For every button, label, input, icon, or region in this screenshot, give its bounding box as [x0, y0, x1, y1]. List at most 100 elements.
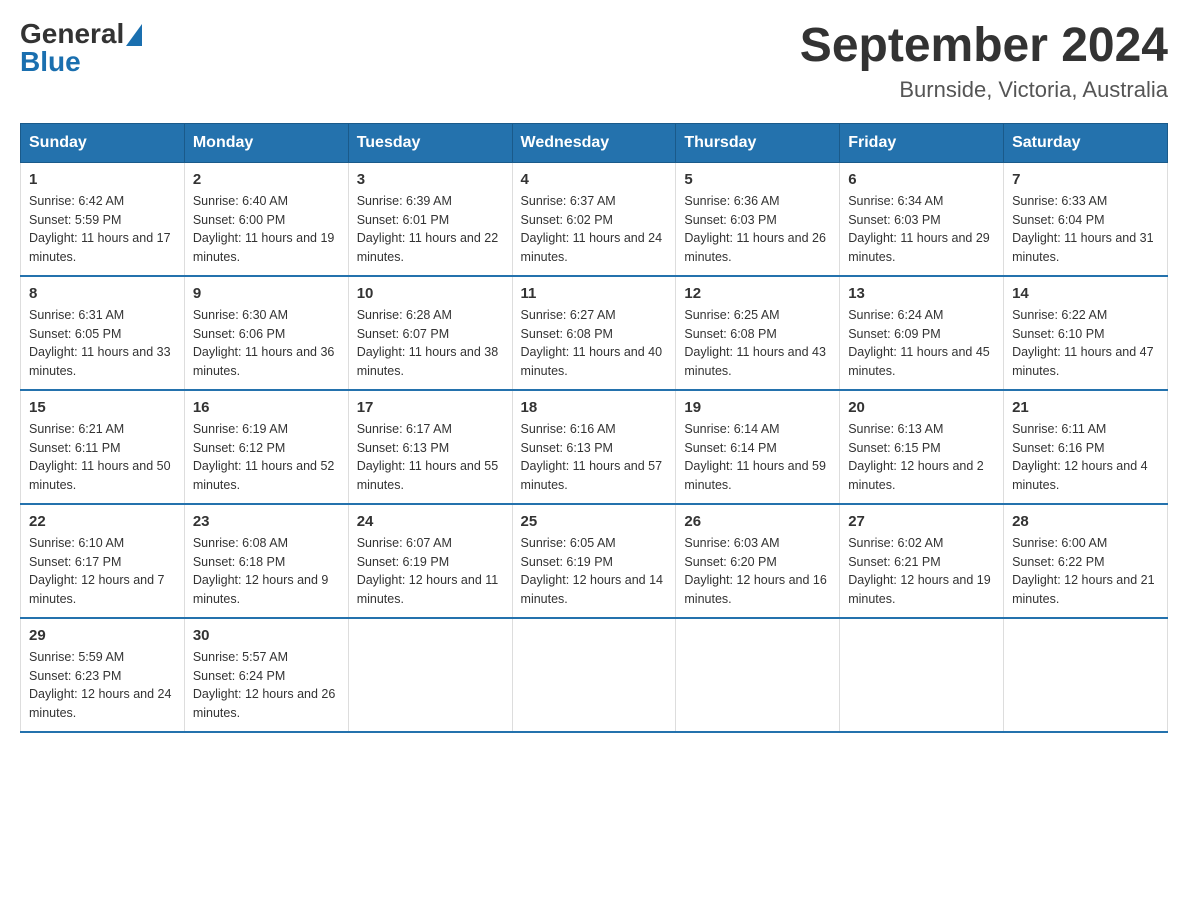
- day-number: 7: [1012, 171, 1159, 188]
- calendar-cell: [676, 618, 840, 732]
- calendar-cell: 21 Sunrise: 6:11 AMSunset: 6:16 PMDayligh…: [1004, 390, 1168, 504]
- calendar-cell: 3 Sunrise: 6:39 AMSunset: 6:01 PMDaylight…: [348, 162, 512, 276]
- day-number: 25: [521, 513, 668, 530]
- calendar-subtitle: Burnside, Victoria, Australia: [800, 77, 1168, 103]
- calendar-cell: 12 Sunrise: 6:25 AMSunset: 6:08 PMDayligh…: [676, 276, 840, 390]
- day-info: Sunrise: 6:40 AMSunset: 6:00 PMDaylight:…: [193, 194, 335, 264]
- day-info: Sunrise: 6:22 AMSunset: 6:10 PMDaylight:…: [1012, 308, 1154, 378]
- day-number: 2: [193, 171, 340, 188]
- calendar-cell: 29 Sunrise: 5:59 AMSunset: 6:23 PMDayligh…: [21, 618, 185, 732]
- day-number: 10: [357, 285, 504, 302]
- calendar-cell: 25 Sunrise: 6:05 AMSunset: 6:19 PMDayligh…: [512, 504, 676, 618]
- day-info: Sunrise: 6:36 AMSunset: 6:03 PMDaylight:…: [684, 194, 826, 264]
- calendar-week-row: 29 Sunrise: 5:59 AMSunset: 6:23 PMDayligh…: [21, 618, 1168, 732]
- calendar-cell: 13 Sunrise: 6:24 AMSunset: 6:09 PMDayligh…: [840, 276, 1004, 390]
- day-number: 18: [521, 399, 668, 416]
- calendar-cell: 24 Sunrise: 6:07 AMSunset: 6:19 PMDayligh…: [348, 504, 512, 618]
- day-number: 27: [848, 513, 995, 530]
- calendar-week-row: 1 Sunrise: 6:42 AMSunset: 5:59 PMDaylight…: [21, 162, 1168, 276]
- calendar-cell: 16 Sunrise: 6:19 AMSunset: 6:12 PMDayligh…: [184, 390, 348, 504]
- day-number: 13: [848, 285, 995, 302]
- calendar-table: SundayMondayTuesdayWednesdayThursdayFrid…: [20, 123, 1168, 733]
- day-info: Sunrise: 6:31 AMSunset: 6:05 PMDaylight:…: [29, 308, 171, 378]
- day-number: 17: [357, 399, 504, 416]
- day-info: Sunrise: 6:28 AMSunset: 6:07 PMDaylight:…: [357, 308, 499, 378]
- calendar-cell: 19 Sunrise: 6:14 AMSunset: 6:14 PMDayligh…: [676, 390, 840, 504]
- day-number: 29: [29, 627, 176, 644]
- day-info: Sunrise: 6:05 AMSunset: 6:19 PMDaylight:…: [521, 536, 663, 606]
- day-info: Sunrise: 6:21 AMSunset: 6:11 PMDaylight:…: [29, 422, 171, 492]
- day-info: Sunrise: 6:11 AMSunset: 6:16 PMDaylight:…: [1012, 422, 1148, 492]
- calendar-cell: 1 Sunrise: 6:42 AMSunset: 5:59 PMDaylight…: [21, 162, 185, 276]
- day-info: Sunrise: 6:10 AMSunset: 6:17 PMDaylight:…: [29, 536, 165, 606]
- day-info: Sunrise: 6:13 AMSunset: 6:15 PMDaylight:…: [848, 422, 984, 492]
- logo: General Blue: [20, 20, 142, 76]
- calendar-cell: 7Sunrise: 6:33 AMSunset: 6:04 PMDaylight…: [1004, 162, 1168, 276]
- calendar-cell: 2 Sunrise: 6:40 AMSunset: 6:00 PMDaylight…: [184, 162, 348, 276]
- day-number: 21: [1012, 399, 1159, 416]
- day-number: 23: [193, 513, 340, 530]
- day-number: 19: [684, 399, 831, 416]
- calendar-cell: 23 Sunrise: 6:08 AMSunset: 6:18 PMDayligh…: [184, 504, 348, 618]
- calendar-cell: 27Sunrise: 6:02 AMSunset: 6:21 PMDayligh…: [840, 504, 1004, 618]
- calendar-title: September 2024: [800, 20, 1168, 73]
- day-info: Sunrise: 6:24 AMSunset: 6:09 PMDaylight:…: [848, 308, 990, 378]
- logo-triangle-icon: [126, 24, 142, 46]
- weekday-header-sunday: Sunday: [21, 123, 185, 162]
- day-number: 26: [684, 513, 831, 530]
- calendar-week-row: 8 Sunrise: 6:31 AMSunset: 6:05 PMDaylight…: [21, 276, 1168, 390]
- day-number: 14: [1012, 285, 1159, 302]
- weekday-header-friday: Friday: [840, 123, 1004, 162]
- day-info: Sunrise: 6:27 AMSunset: 6:08 PMDaylight:…: [521, 308, 663, 378]
- day-info: Sunrise: 6:08 AMSunset: 6:18 PMDaylight:…: [193, 536, 329, 606]
- calendar-cell: 9Sunrise: 6:30 AMSunset: 6:06 PMDaylight…: [184, 276, 348, 390]
- calendar-cell: 14 Sunrise: 6:22 AMSunset: 6:10 PMDayligh…: [1004, 276, 1168, 390]
- calendar-week-row: 15 Sunrise: 6:21 AMSunset: 6:11 PMDayligh…: [21, 390, 1168, 504]
- day-number: 30: [193, 627, 340, 644]
- calendar-cell: 4Sunrise: 6:37 AMSunset: 6:02 PMDaylight…: [512, 162, 676, 276]
- day-info: Sunrise: 6:14 AMSunset: 6:14 PMDaylight:…: [684, 422, 826, 492]
- day-info: Sunrise: 6:25 AMSunset: 6:08 PMDaylight:…: [684, 308, 826, 378]
- day-number: 4: [521, 171, 668, 188]
- weekday-header-saturday: Saturday: [1004, 123, 1168, 162]
- day-number: 1: [29, 171, 176, 188]
- calendar-cell: 8 Sunrise: 6:31 AMSunset: 6:05 PMDaylight…: [21, 276, 185, 390]
- weekday-header-thursday: Thursday: [676, 123, 840, 162]
- page-header: General Blue September 2024 Burnside, Vi…: [20, 20, 1168, 103]
- day-number: 11: [521, 285, 668, 302]
- day-number: 15: [29, 399, 176, 416]
- day-number: 28: [1012, 513, 1159, 530]
- day-number: 12: [684, 285, 831, 302]
- day-number: 24: [357, 513, 504, 530]
- day-number: 8: [29, 285, 176, 302]
- day-info: Sunrise: 6:07 AMSunset: 6:19 PMDaylight:…: [357, 536, 499, 606]
- day-info: Sunrise: 6:34 AMSunset: 6:03 PMDaylight:…: [848, 194, 990, 264]
- day-number: 9: [193, 285, 340, 302]
- logo-blue-text: Blue: [20, 48, 142, 76]
- calendar-cell: 5Sunrise: 6:36 AMSunset: 6:03 PMDaylight…: [676, 162, 840, 276]
- calendar-cell: 15 Sunrise: 6:21 AMSunset: 6:11 PMDayligh…: [21, 390, 185, 504]
- day-info: Sunrise: 6:39 AMSunset: 6:01 PMDaylight:…: [357, 194, 499, 264]
- calendar-cell: [840, 618, 1004, 732]
- day-number: 16: [193, 399, 340, 416]
- day-info: Sunrise: 5:59 AMSunset: 6:23 PMDaylight:…: [29, 650, 171, 720]
- calendar-cell: 6 Sunrise: 6:34 AMSunset: 6:03 PMDaylight…: [840, 162, 1004, 276]
- calendar-cell: 20 Sunrise: 6:13 AMSunset: 6:15 PMDayligh…: [840, 390, 1004, 504]
- day-info: Sunrise: 6:19 AMSunset: 6:12 PMDaylight:…: [193, 422, 335, 492]
- calendar-cell: [1004, 618, 1168, 732]
- calendar-cell: 10 Sunrise: 6:28 AMSunset: 6:07 PMDayligh…: [348, 276, 512, 390]
- day-number: 3: [357, 171, 504, 188]
- calendar-cell: 30 Sunrise: 5:57 AMSunset: 6:24 PMDayligh…: [184, 618, 348, 732]
- day-info: Sunrise: 6:42 AMSunset: 5:59 PMDaylight:…: [29, 194, 171, 264]
- calendar-cell: 28Sunrise: 6:00 AMSunset: 6:22 PMDayligh…: [1004, 504, 1168, 618]
- day-info: Sunrise: 5:57 AMSunset: 6:24 PMDaylight:…: [193, 650, 335, 720]
- calendar-cell: [348, 618, 512, 732]
- weekday-header-tuesday: Tuesday: [348, 123, 512, 162]
- day-number: 20: [848, 399, 995, 416]
- day-number: 6: [848, 171, 995, 188]
- day-info: Sunrise: 6:17 AMSunset: 6:13 PMDaylight:…: [357, 422, 499, 492]
- day-info: Sunrise: 6:16 AMSunset: 6:13 PMDaylight:…: [521, 422, 663, 492]
- logo-general-text: General: [20, 20, 124, 48]
- calendar-week-row: 22Sunrise: 6:10 AMSunset: 6:17 PMDayligh…: [21, 504, 1168, 618]
- weekday-header-monday: Monday: [184, 123, 348, 162]
